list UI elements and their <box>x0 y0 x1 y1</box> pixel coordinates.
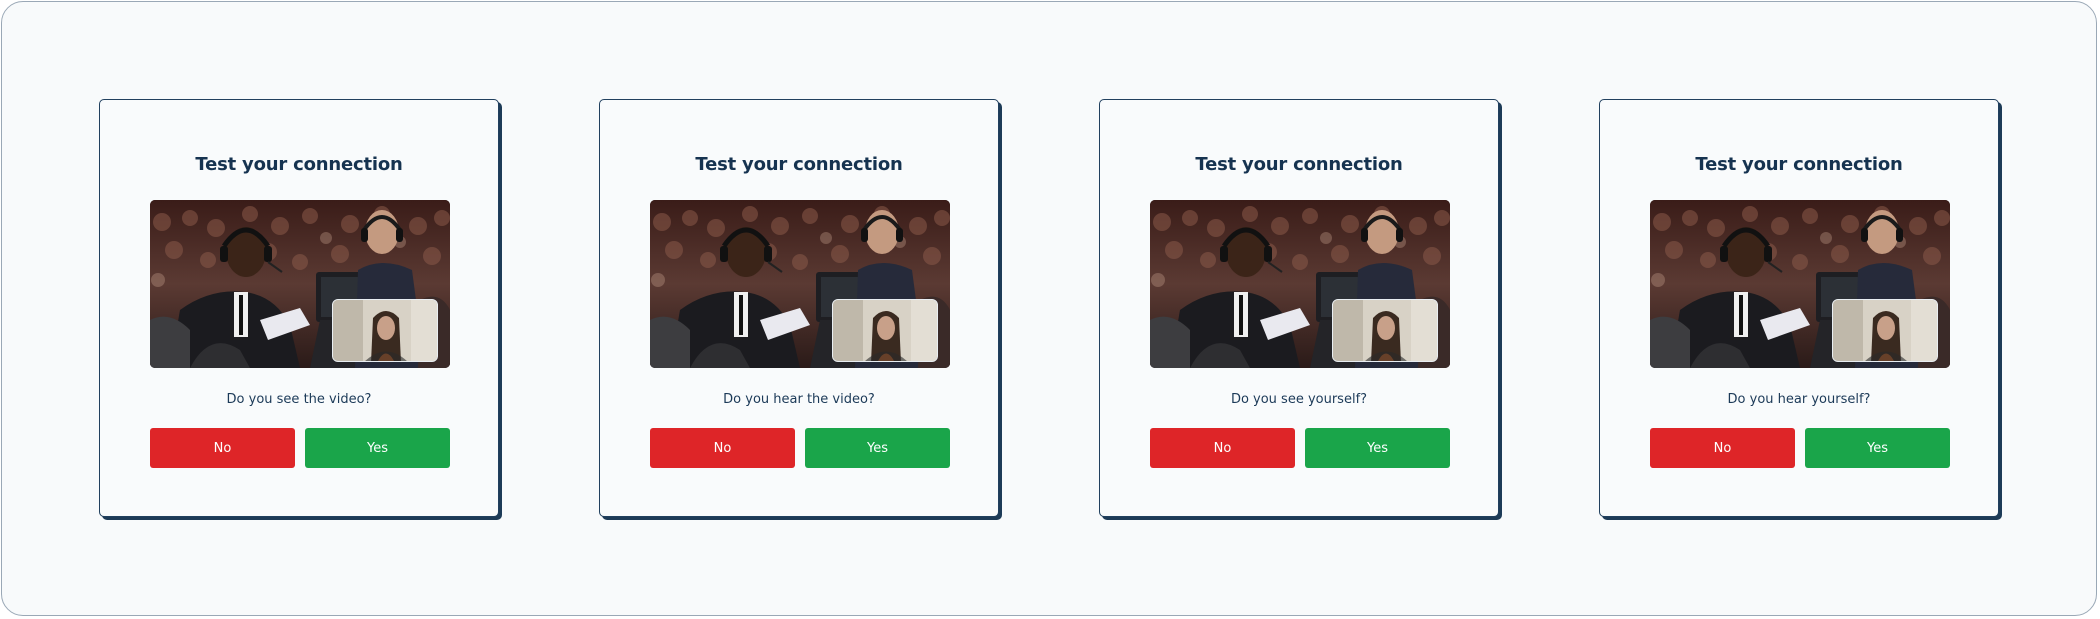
no-button[interactable]: No <box>1150 428 1295 468</box>
video-preview <box>1150 200 1450 368</box>
yes-button[interactable]: Yes <box>805 428 950 468</box>
yes-button[interactable]: Yes <box>305 428 450 468</box>
no-button[interactable]: No <box>1650 428 1795 468</box>
self-view-thumbnail <box>832 299 938 362</box>
video-preview <box>150 200 450 368</box>
self-view-thumbnail <box>332 299 438 362</box>
test-question: Do you hear the video? <box>723 392 875 407</box>
connection-test-card: Test your connection <box>1099 99 1499 517</box>
card-title: Test your connection <box>195 154 403 175</box>
card-title: Test your connection <box>1195 154 1403 175</box>
test-question: Do you hear yourself? <box>1727 392 1871 407</box>
self-view-thumbnail <box>1832 299 1938 362</box>
test-question: Do you see yourself? <box>1230 392 1368 407</box>
video-preview <box>1650 200 1950 368</box>
test-question: Do you see the video? <box>226 392 372 407</box>
card-title: Test your connection <box>1695 154 1903 175</box>
yes-button[interactable]: Yes <box>1305 428 1450 468</box>
no-button[interactable]: No <box>150 428 295 468</box>
no-button[interactable]: No <box>650 428 795 468</box>
connection-test-card: Test your connection <box>99 99 499 517</box>
self-view-thumbnail <box>1332 299 1438 362</box>
connection-test-card: Test your connection <box>1599 99 1999 517</box>
video-preview <box>650 200 950 368</box>
connection-test-card: Test your connection <box>599 99 999 517</box>
card-title: Test your connection <box>695 154 903 175</box>
yes-button[interactable]: Yes <box>1805 428 1950 468</box>
